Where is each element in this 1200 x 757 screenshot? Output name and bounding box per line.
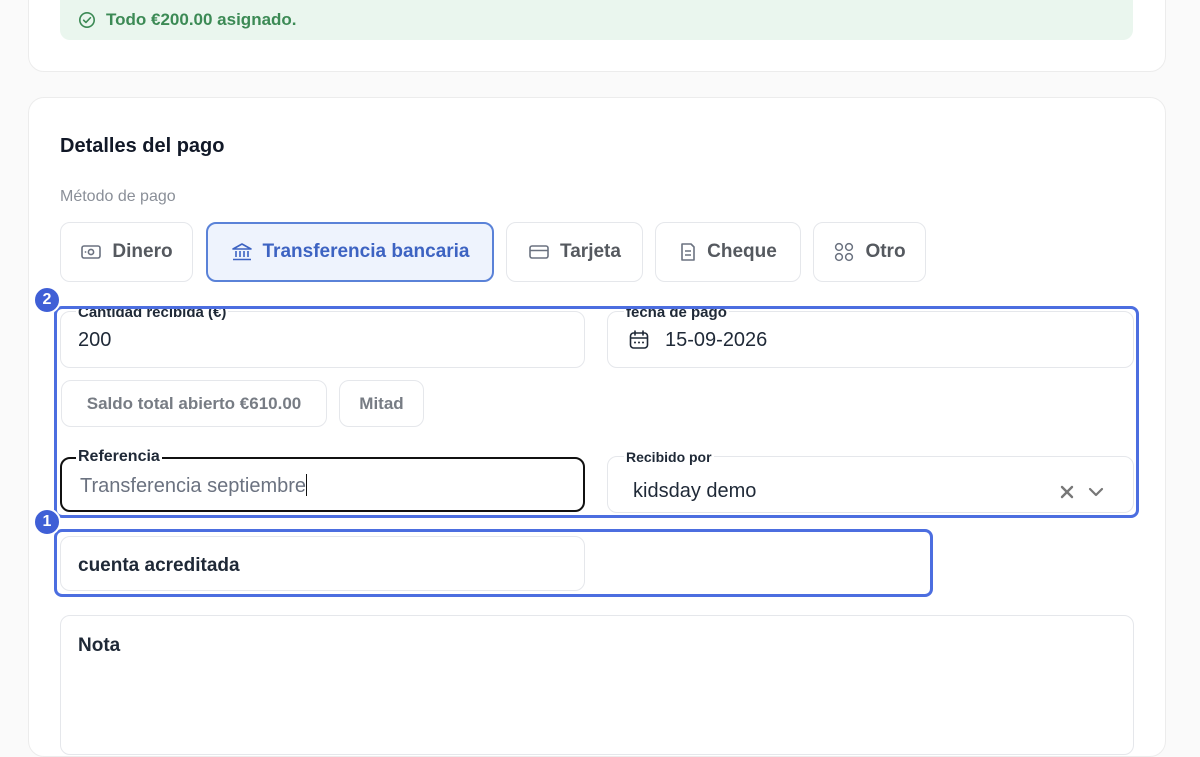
received-by-label: Recibido por [624, 449, 714, 465]
payment-date-input[interactable]: 15-09-2026 [665, 329, 767, 352]
chevron-down-icon[interactable] [1086, 482, 1106, 502]
success-banner-text: Todo €200.00 asignado. [106, 10, 297, 29]
amount-label: Cantidad recibida (€) [76, 304, 229, 321]
half-amount-chip[interactable]: Mitad [339, 380, 424, 427]
cash-icon [81, 245, 102, 259]
section-title: Detalles del pago [60, 135, 225, 157]
check-circle-icon [78, 11, 96, 29]
check-icon [681, 243, 695, 261]
calendar-icon[interactable] [628, 329, 650, 351]
method-button-dinero[interactable]: Dinero [60, 222, 193, 282]
success-banner: Todo €200.00 asignado. [60, 0, 1133, 40]
clear-selection-icon[interactable] [1058, 482, 1076, 502]
method-label: Transferencia bancaria [262, 241, 470, 262]
method-label: Dinero [112, 241, 173, 262]
text-caret [306, 474, 308, 496]
method-label: Cheque [707, 241, 777, 262]
method-button-otro[interactable]: Otro [813, 222, 926, 282]
bank-icon [231, 243, 252, 261]
annotation-badge-1: 1 [33, 508, 61, 536]
reference-input[interactable]: Transferencia septiembre [80, 474, 308, 498]
method-button-tarjeta[interactable]: Tarjeta [506, 222, 643, 282]
full-balance-chip[interactable]: Saldo total abierto €610.00 [61, 380, 327, 427]
received-by-value: kidsday demo [633, 480, 757, 502]
reference-input-text: Transferencia septiembre [80, 475, 307, 497]
method-label: Tarjeta [560, 241, 621, 262]
payment-method-label: Método de pago [60, 188, 176, 205]
annotation-badge-2: 2 [33, 286, 61, 314]
card-icon [529, 245, 549, 259]
reference-label: Referencia [76, 448, 162, 465]
method-button-cheque[interactable]: Cheque [655, 222, 801, 282]
amount-input[interactable]: 200 [78, 329, 111, 352]
method-label: Otro [865, 241, 906, 262]
grid-icon [835, 242, 854, 262]
note-field[interactable] [60, 615, 1134, 755]
method-button-transferencia[interactable]: Transferencia bancaria [206, 222, 494, 282]
payment-date-label: fecha de pago [624, 304, 729, 321]
credited-account-label: cuenta acreditada [78, 555, 240, 576]
note-label: Nota [78, 635, 121, 656]
